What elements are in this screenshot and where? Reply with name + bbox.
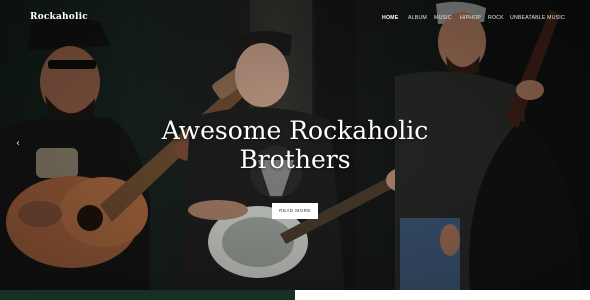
nav-item-home[interactable]: HOME	[382, 15, 398, 21]
nav-item-music[interactable]: MUSIC	[434, 15, 452, 21]
footer-strip-left	[0, 290, 295, 300]
nav-item-rock[interactable]: ROCK	[488, 15, 504, 21]
nav-item-album[interactable]: ALBUM	[408, 15, 427, 21]
hero-slider: Rockaholic HOME ALBUM MUSIC HIPHOP ROCK …	[0, 0, 590, 290]
chevron-left-icon[interactable]: ‹	[16, 138, 20, 149]
footer-strip-right	[295, 290, 590, 300]
hero-headline-line1: Awesome Rockaholic	[161, 116, 429, 145]
hero-headline: Awesome Rockaholic Brothers	[140, 116, 450, 174]
site-logo[interactable]: Rockaholic	[30, 12, 88, 22]
nav-item-unbeatable-music[interactable]: UNBEATABLE MUSIC	[510, 15, 565, 21]
nav-item-hiphop[interactable]: HIPHOP	[460, 15, 481, 21]
read-more-button[interactable]: READ MORE	[272, 203, 318, 219]
hero-headline-line2: Brothers	[239, 145, 351, 174]
